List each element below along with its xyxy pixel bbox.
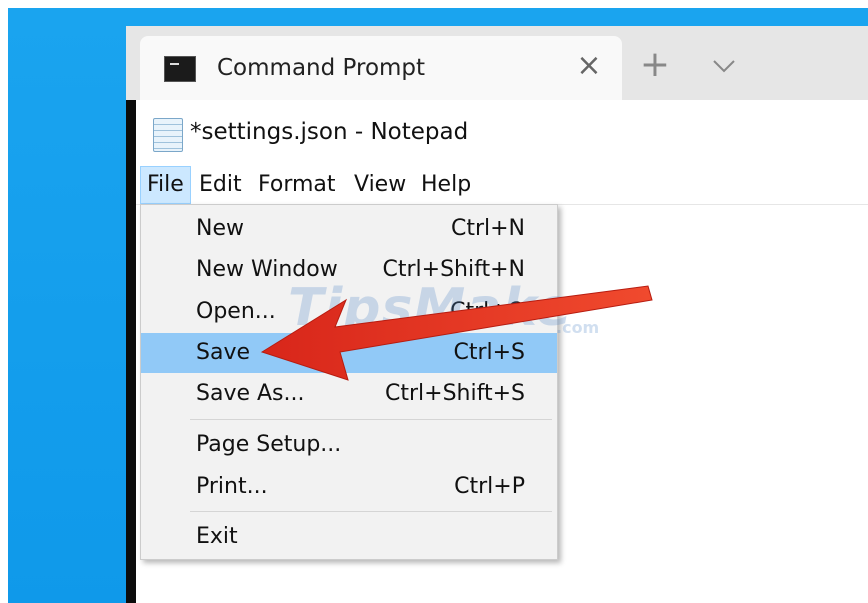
menu-item-label: Page Setup...	[196, 432, 342, 457]
menu-file[interactable]: File	[140, 166, 191, 204]
menu-edit[interactable]: Edit	[193, 166, 248, 204]
window-title: *settings.json - Notepad	[190, 119, 469, 145]
menu-item-label: Exit	[196, 524, 238, 549]
notepad-icon	[153, 118, 183, 152]
menu-item-label: Save As...	[196, 381, 305, 406]
menu-separator	[190, 511, 552, 512]
menu-item-label: Print...	[196, 474, 268, 499]
menu-item-save-as[interactable]: Save As... Ctrl+Shift+S	[141, 374, 557, 414]
menu-item-label: Open...	[196, 299, 276, 324]
menu-item-shortcut: Ctrl+N	[450, 216, 525, 241]
cmd-icon	[164, 56, 196, 82]
menu-item-shortcut: Ctrl+Shift+S	[385, 381, 525, 406]
tab-title: Command Prompt	[217, 55, 426, 81]
plus-icon[interactable]: +	[638, 47, 672, 83]
menu-item-shortcut: Ctrl+P	[454, 474, 525, 499]
watermark-text: TipsMake	[288, 278, 573, 338]
menu-item-print[interactable]: Print... Ctrl+P	[141, 467, 557, 507]
menu-item-label: New	[196, 216, 244, 241]
menu-item-save[interactable]: Save Ctrl+S	[141, 333, 557, 373]
menu-format[interactable]: Format	[252, 166, 342, 204]
menu-item-new[interactable]: New Ctrl+N	[141, 209, 557, 249]
menu-item-label: Save	[196, 340, 251, 365]
menu-view[interactable]: View	[348, 166, 412, 204]
menu-item-page-setup[interactable]: Page Setup...	[141, 425, 557, 465]
chevron-down-icon[interactable]	[708, 52, 740, 80]
menu-item-shortcut: Ctrl+S	[453, 340, 525, 365]
close-icon[interactable]: ×	[574, 50, 604, 82]
menu-help[interactable]: Help	[415, 166, 477, 204]
menu-separator	[190, 419, 552, 420]
menu-item-exit[interactable]: Exit	[141, 517, 557, 557]
watermark-domain: .com	[556, 318, 600, 337]
